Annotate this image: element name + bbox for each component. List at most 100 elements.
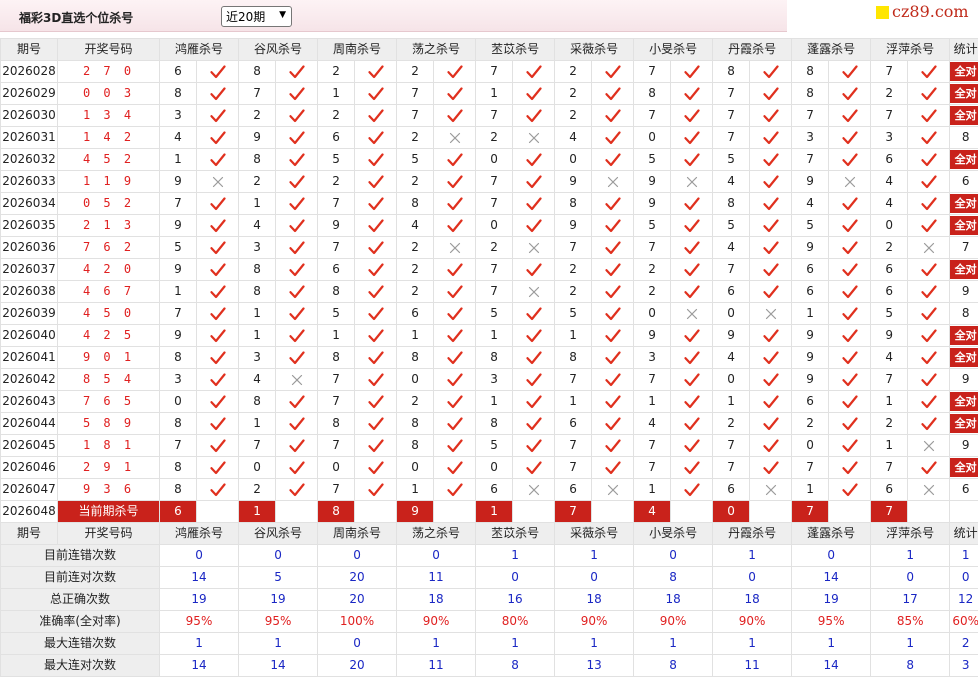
summary-value: 90% <box>397 611 476 633</box>
kill-number-cell: 2 <box>871 83 908 105</box>
site-logo[interactable]: cz89.com <box>873 1 978 22</box>
cross-icon <box>607 484 619 496</box>
cross-icon <box>449 242 461 254</box>
kill-number-cell: 0 <box>555 149 592 171</box>
hit-cell <box>197 347 239 369</box>
kill-number-cell: 8 <box>792 61 829 83</box>
check-icon <box>526 153 542 167</box>
hit-cell <box>829 391 871 413</box>
all-right-badge[interactable]: 全对 <box>950 150 978 169</box>
current-kill-label: 当前期杀号 <box>58 501 160 523</box>
hit-cell <box>434 413 476 435</box>
kill-number-cell: 7 <box>476 281 513 303</box>
check-icon <box>526 351 542 365</box>
cross-icon <box>291 374 303 386</box>
hit-cell <box>197 369 239 391</box>
kill-number-cell: 3 <box>634 347 671 369</box>
kill-number-cell: 0 <box>634 303 671 325</box>
kill-number-cell: 7 <box>239 435 276 457</box>
hit-cell <box>434 479 476 501</box>
table-row: 20260394 5 071565500158 <box>1 303 978 325</box>
hit-cell <box>276 127 318 149</box>
draw-number-cell: 0 0 3 <box>58 83 160 105</box>
all-right-badge[interactable]: 全对 <box>950 458 978 477</box>
summary-value: 1 <box>476 633 555 655</box>
check-icon <box>921 285 937 299</box>
summary-value: 95% <box>160 611 239 633</box>
summary-value: 1 <box>476 545 555 567</box>
all-right-badge[interactable]: 全对 <box>950 392 978 411</box>
current-kill-value: 1 <box>239 501 276 523</box>
table-row: 20260311 4 249622407338 <box>1 127 978 149</box>
miss-cell <box>908 435 950 457</box>
hit-cell <box>434 347 476 369</box>
summary-value: 14 <box>792 567 871 589</box>
check-icon <box>842 131 858 145</box>
hit-cell <box>671 105 713 127</box>
check-icon <box>605 417 621 431</box>
all-right-badge[interactable]: 全对 <box>950 348 978 367</box>
summary-value: 11 <box>713 655 792 677</box>
hit-cell <box>434 149 476 171</box>
hit-cell <box>276 193 318 215</box>
kill-number-cell: 4 <box>713 347 750 369</box>
check-icon <box>289 131 305 145</box>
hit-cell <box>829 259 871 281</box>
kill-number-cell: 1 <box>792 479 829 501</box>
kill-number-cell: 9 <box>160 325 197 347</box>
all-right-badge[interactable]: 全对 <box>950 260 978 279</box>
period-cell: 2026041 <box>1 347 58 369</box>
summary-row: 目前连对次数145201100801400 <box>1 567 978 589</box>
check-icon <box>368 153 384 167</box>
check-icon <box>684 87 700 101</box>
kill-number-cell: 9 <box>634 325 671 347</box>
period-select[interactable]: 近20期 ▼ <box>221 6 292 27</box>
summary-value: 5 <box>239 567 318 589</box>
hit-cell <box>671 149 713 171</box>
check-icon <box>684 131 700 145</box>
summary-value: 18 <box>555 589 634 611</box>
hit-cell <box>829 347 871 369</box>
check-icon <box>368 395 384 409</box>
kill-number-cell: 7 <box>792 105 829 127</box>
summary-value: 1 <box>239 633 318 655</box>
check-icon <box>842 351 858 365</box>
summary-value: 1 <box>713 545 792 567</box>
all-right-badge[interactable]: 全对 <box>950 326 978 345</box>
period-cell: 2026033 <box>1 171 58 193</box>
hit-cell <box>671 413 713 435</box>
all-right-badge[interactable]: 全对 <box>950 414 978 433</box>
hit-cell <box>671 61 713 83</box>
hit-cell <box>276 325 318 347</box>
all-right-badge[interactable]: 全对 <box>950 106 978 125</box>
hit-cell <box>434 61 476 83</box>
check-icon <box>368 373 384 387</box>
summary-value: 0 <box>713 567 792 589</box>
all-right-badge[interactable]: 全对 <box>950 194 978 213</box>
all-right-badge[interactable]: 全对 <box>950 84 978 103</box>
period-cell: 2026046 <box>1 457 58 479</box>
hit-cell <box>355 171 397 193</box>
current-kill-spacer <box>908 501 950 523</box>
cross-icon <box>607 176 619 188</box>
hit-cell <box>750 435 792 457</box>
all-right-badge[interactable]: 全对 <box>950 62 978 81</box>
kill-number-cell: 2 <box>634 259 671 281</box>
check-icon <box>368 109 384 123</box>
summary-value: 17 <box>871 589 950 611</box>
cross-icon <box>528 286 540 298</box>
summary-label: 最大连对次数 <box>1 655 160 677</box>
hit-cell <box>829 325 871 347</box>
check-icon <box>526 219 542 233</box>
kill-number-cell: 9 <box>160 259 197 281</box>
column-header-expert: 苤苡杀号 <box>476 523 555 545</box>
hit-cell <box>671 479 713 501</box>
hit-cell <box>592 413 634 435</box>
hit-cell <box>276 105 318 127</box>
stat-cell: 7 <box>950 237 978 259</box>
check-icon <box>605 131 621 145</box>
check-icon <box>684 285 700 299</box>
all-right-badge[interactable]: 全对 <box>950 216 978 235</box>
hit-cell <box>355 369 397 391</box>
miss-cell <box>513 479 555 501</box>
